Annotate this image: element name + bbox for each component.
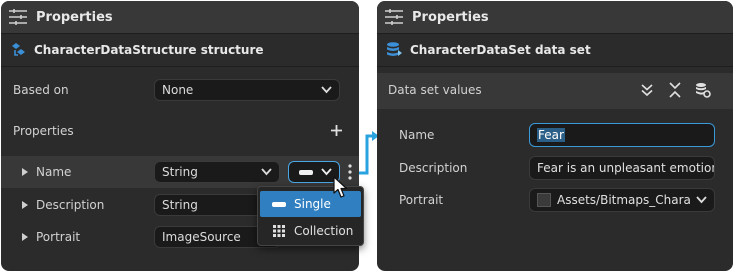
chevron-down-icon [696,196,707,204]
property-name: Name [36,165,72,179]
property-type-dropdown[interactable]: String [154,161,280,183]
menu-item-label: Collection [294,224,354,238]
properties-label: Properties [13,124,74,138]
panel-title: Properties [412,9,489,25]
chevron-down-icon [321,168,332,176]
structure-subheader: CharacterDataStructure structure [1,34,359,67]
plus-icon[interactable] [330,124,343,137]
portrait-asset-picker[interactable]: Assets/Bitmaps_Characters [529,188,715,212]
expand-triangle-icon[interactable] [22,168,28,176]
property-name: Description [36,198,105,212]
database-settings-icon[interactable] [695,82,711,98]
data-set-values-bar: Data set values [377,73,733,109]
expand-all-icon[interactable] [640,83,654,97]
panel-title: Properties [36,9,113,25]
data-structure-icon [12,43,25,56]
panel-header: Properties [377,1,733,34]
right-properties-panel: Properties CharacterDataSet data set Dat… [377,1,733,271]
expand-triangle-icon[interactable] [22,201,28,209]
collapse-all-icon[interactable] [668,82,682,98]
property-type-value: ImageSource [162,230,241,244]
expand-triangle-icon[interactable] [22,233,28,241]
property-type-value: String [162,165,198,179]
database-icon [387,42,402,56]
structure-title: CharacterDataStructure structure [34,43,264,57]
single-value-icon [272,197,286,211]
section-label: Data set values [388,83,482,97]
property-name: Portrait [36,230,81,244]
chevron-down-icon [321,86,332,94]
sliders-icon [9,9,27,25]
panel-header: Properties [1,1,359,34]
mouse-cursor-icon [333,176,348,198]
based-on-value: None [162,83,194,97]
menu-item-label: Single [294,197,331,211]
property-type-value: String [162,198,198,212]
data-set-title: CharacterDataSet data set [410,43,591,57]
field-label-description: Description [399,161,468,175]
name-input-value: Fear [537,128,565,142]
description-input[interactable]: Fear is an unpleasant emotion [529,156,715,180]
menu-item-collection[interactable]: Collection [260,218,361,244]
field-label-portrait: Portrait [399,193,444,207]
sliders-icon [385,9,403,25]
based-on-label: Based on [13,83,69,97]
data-set-subheader: CharacterDataSet data set [377,34,733,67]
field-label-name: Name [399,128,435,142]
grid-icon [273,225,285,237]
image-thumbnail-icon [537,193,551,207]
based-on-dropdown[interactable]: None [154,79,340,101]
single-value-icon [299,169,313,175]
portrait-asset-path: Assets/Bitmaps_Characters [557,193,690,207]
description-input-value: Fear is an unpleasant emotion [537,161,715,175]
chevron-down-icon [261,168,272,176]
name-input[interactable]: Fear [529,123,715,147]
